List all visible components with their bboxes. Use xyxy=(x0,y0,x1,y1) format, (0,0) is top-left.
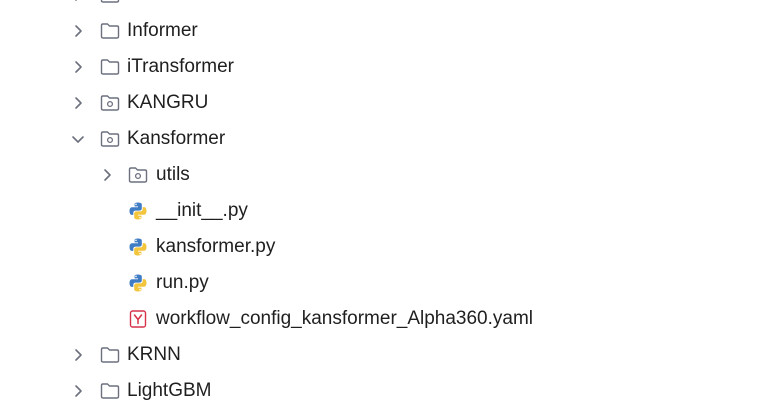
yaml-file-icon xyxy=(127,308,149,330)
tree-row-label: iTransformer xyxy=(127,56,234,77)
tree-row-next-partial xyxy=(0,409,778,418)
folder-icon xyxy=(99,56,121,78)
tree-row-workflow-yaml[interactable]: workflow_config_kansformer_Alpha360.yaml xyxy=(0,301,778,337)
tree-row-run-py[interactable]: run.py xyxy=(0,265,778,301)
chevron-right-icon[interactable] xyxy=(70,59,86,75)
python-file-icon xyxy=(127,200,149,222)
folder-icon xyxy=(99,0,121,6)
tree-row-label: KANGRU xyxy=(127,92,209,113)
tree-row-kangru[interactable]: KANGRU xyxy=(0,85,778,121)
chevron-right-icon[interactable] xyxy=(70,383,86,399)
tree-row-utils[interactable]: utils xyxy=(0,157,778,193)
package-folder-icon xyxy=(99,128,121,150)
tree-row-label: utils xyxy=(156,164,190,185)
tree-row-informer[interactable]: Informer xyxy=(0,13,778,49)
folder-icon xyxy=(99,344,121,366)
chevron-right-icon[interactable] xyxy=(70,0,86,3)
tree-row-label: Informer xyxy=(127,20,198,41)
tree-row-lightgbm[interactable]: LightGBM xyxy=(0,373,778,409)
package-folder-icon xyxy=(99,92,121,114)
chevron-right-icon[interactable] xyxy=(70,23,86,39)
tree-row-itransformer[interactable]: iTransformer xyxy=(0,49,778,85)
tree-row-krnn[interactable]: KRNN xyxy=(0,337,778,373)
folder-icon xyxy=(99,20,121,42)
tree-row-label: Kansformer xyxy=(127,128,226,149)
project-file-tree: IGMTF Informer iTransformer KANGRU xyxy=(0,0,778,418)
python-file-icon xyxy=(127,272,149,294)
chevron-down-icon[interactable] xyxy=(70,131,86,147)
tree-row-label: kansformer.py xyxy=(156,236,276,257)
tree-row-label: KRNN xyxy=(127,344,181,365)
tree-row-init-py[interactable]: __init__.py xyxy=(0,193,778,229)
folder-icon xyxy=(99,380,121,402)
chevron-right-icon[interactable] xyxy=(70,347,86,363)
tree-row-label: IGMTF xyxy=(127,0,186,13)
chevron-right-icon[interactable] xyxy=(99,167,115,183)
python-file-icon xyxy=(127,236,149,258)
tree-row-igmtf[interactable]: IGMTF xyxy=(0,0,778,13)
tree-row-label: workflow_config_kansformer_Alpha360.yaml xyxy=(156,308,534,329)
tree-row-label: run.py xyxy=(156,272,209,293)
tree-row-kansformer[interactable]: Kansformer xyxy=(0,121,778,157)
tree-row-kansformer-py[interactable]: kansformer.py xyxy=(0,229,778,265)
package-folder-icon xyxy=(127,164,149,186)
chevron-right-icon[interactable] xyxy=(70,95,86,111)
tree-row-label: __init__.py xyxy=(156,200,248,221)
tree-row-label: LightGBM xyxy=(127,380,212,401)
